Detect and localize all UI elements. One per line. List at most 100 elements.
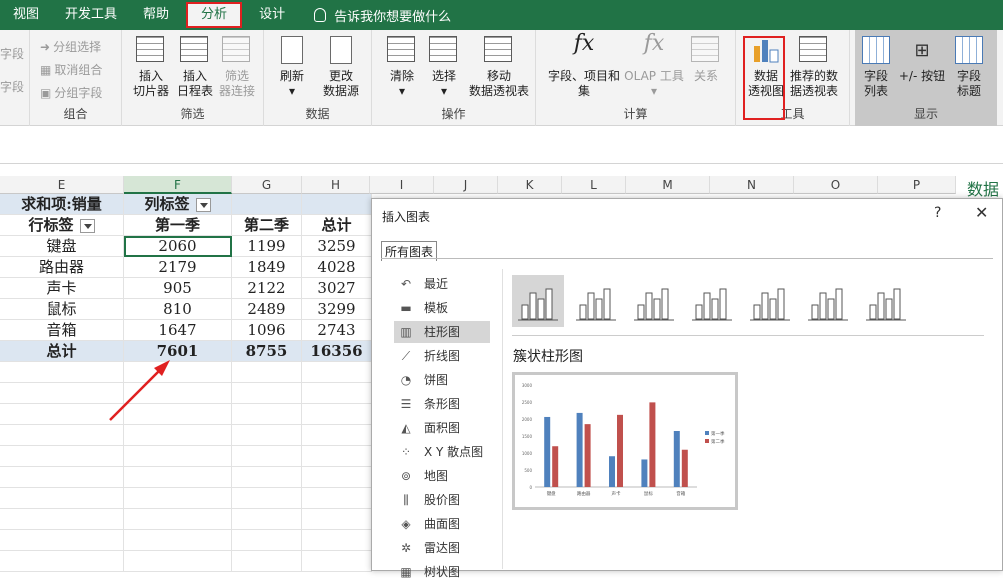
grid-cell[interactable]: [0, 530, 124, 551]
value-q2[interactable]: 1849: [232, 257, 302, 278]
column-header-l[interactable]: L: [562, 176, 626, 194]
field-headers-button[interactable]: 字段 标题: [951, 36, 987, 99]
tab-help[interactable]: 帮助: [130, 0, 182, 30]
chart-preview[interactable]: 0 500 1000 1500 2000 2500 3000 键盘 路由器 声卡 鼠标 音箱 第一季 第二…: [512, 372, 738, 510]
value-q1[interactable]: 2179: [124, 257, 232, 278]
change-data-source-button[interactable]: 更改 数据源: [314, 36, 368, 99]
value-q2[interactable]: 1199: [232, 236, 302, 257]
grid-cell[interactable]: [232, 383, 302, 404]
column-header-g[interactable]: G: [232, 176, 302, 194]
column-header-f[interactable]: F: [124, 176, 232, 194]
value-total[interactable]: 3299: [302, 299, 372, 320]
3d-percent-column-thumb[interactable]: [802, 275, 854, 327]
percent-stacked-column-thumb[interactable]: [628, 275, 680, 327]
3d-stacked-column-thumb[interactable]: [744, 275, 796, 327]
group-field-button[interactable]: ▣ 分组字段: [40, 84, 102, 101]
tab-view[interactable]: 视图: [0, 0, 52, 30]
header-q2[interactable]: 第二季: [232, 215, 302, 236]
grid-cell[interactable]: [0, 404, 124, 425]
header-total[interactable]: 总计: [302, 215, 372, 236]
grid-cell[interactable]: [232, 467, 302, 488]
selected-cell[interactable]: 2060: [124, 236, 232, 257]
grid-cell[interactable]: [0, 362, 124, 383]
formula-bar-area[interactable]: [0, 126, 1003, 164]
column-header-i[interactable]: I: [370, 176, 434, 194]
filter-connections-button[interactable]: 筛选 器连接: [216, 36, 258, 99]
olap-tools-button[interactable]: fx OLAP 工具 ▾: [622, 33, 686, 99]
column-header-m[interactable]: M: [626, 176, 710, 194]
chart-category-item[interactable]: ⁘ X Y 散点图: [394, 441, 490, 463]
grid-cell[interactable]: [302, 425, 372, 446]
row-label[interactable]: 鼠标: [0, 299, 124, 320]
close-icon[interactable]: ✕: [975, 203, 988, 222]
value-total[interactable]: 4028: [302, 257, 372, 278]
tab-analyze[interactable]: 分析: [186, 2, 243, 28]
total-q1[interactable]: 7601: [124, 341, 232, 362]
grid-cell[interactable]: [302, 530, 372, 551]
grid-cell[interactable]: [0, 509, 124, 530]
chart-category-item[interactable]: ▦ 树状图: [394, 561, 490, 583]
grid-cell[interactable]: [124, 509, 232, 530]
group-selection-button[interactable]: ➜ 分组选择: [40, 38, 101, 55]
grid-cell[interactable]: [302, 383, 372, 404]
grand-total[interactable]: 16356: [302, 341, 372, 362]
grid-cell[interactable]: [232, 404, 302, 425]
grid-cell[interactable]: [302, 467, 372, 488]
help-icon[interactable]: ?: [934, 205, 941, 221]
column-labels-cell[interactable]: 列标签: [124, 194, 232, 215]
clustered-column-thumb[interactable]: [512, 275, 564, 327]
column-header-n[interactable]: N: [710, 176, 794, 194]
row-label[interactable]: 声卡: [0, 278, 124, 299]
tab-design[interactable]: 设计: [246, 0, 298, 30]
column-header-h[interactable]: H: [302, 176, 370, 194]
grid-cell[interactable]: [232, 530, 302, 551]
grid-cell[interactable]: [124, 467, 232, 488]
chart-category-item[interactable]: ◔ 饼图: [394, 369, 490, 391]
chart-category-item[interactable]: ↶ 最近: [394, 273, 490, 295]
grid-cell[interactable]: [232, 425, 302, 446]
chart-category-item[interactable]: ⫼ 股价图: [394, 489, 490, 511]
value-total[interactable]: 2743: [302, 320, 372, 341]
grid-cell[interactable]: [302, 404, 372, 425]
insert-slicer-button[interactable]: 插入 切片器: [130, 36, 172, 99]
ungroup-button[interactable]: ▦ 取消组合: [40, 61, 102, 78]
value-total[interactable]: 3259: [302, 236, 372, 257]
grid-cell[interactable]: [232, 362, 302, 383]
grid-cell[interactable]: [0, 383, 124, 404]
chart-category-item[interactable]: ◈ 曲面图: [394, 513, 490, 535]
grid-cell[interactable]: [0, 551, 124, 572]
grid-cell[interactable]: [0, 488, 124, 509]
column-header-o[interactable]: O: [794, 176, 878, 194]
row-label[interactable]: 键盘: [0, 236, 124, 257]
grid-cell[interactable]: [302, 551, 372, 572]
column-header-k[interactable]: K: [498, 176, 562, 194]
grid-cell[interactable]: [0, 446, 124, 467]
column-filter-dropdown-icon[interactable]: [195, 198, 211, 212]
total-q2[interactable]: 8755: [232, 341, 302, 362]
row-filter-dropdown-icon[interactable]: [79, 219, 95, 233]
move-pivot-button[interactable]: 移动 数据透视表: [464, 36, 534, 99]
column-header-j[interactable]: J: [434, 176, 498, 194]
value-q2[interactable]: 2122: [232, 278, 302, 299]
grid-cell[interactable]: [124, 425, 232, 446]
stacked-column-thumb[interactable]: [570, 275, 622, 327]
value-q1[interactable]: 1647: [124, 320, 232, 341]
grid-cell[interactable]: [232, 446, 302, 467]
value-q1[interactable]: 810: [124, 299, 232, 320]
grid-cell[interactable]: [124, 530, 232, 551]
total-label[interactable]: 总计: [0, 341, 124, 362]
tab-developer[interactable]: 开发工具: [52, 0, 130, 30]
grid-cell[interactable]: [124, 488, 232, 509]
chart-category-item[interactable]: ▥ 柱形图: [394, 321, 490, 343]
chart-category-item[interactable]: ✲ 雷达图: [394, 537, 490, 559]
grid-cell[interactable]: [232, 509, 302, 530]
grid-cell[interactable]: [302, 446, 372, 467]
grid-cell[interactable]: [124, 362, 232, 383]
chart-category-item[interactable]: ▬ 模板: [394, 297, 490, 319]
field-list-button[interactable]: 字段 列表: [859, 36, 893, 99]
clear-button[interactable]: 清除 ▾: [382, 36, 422, 99]
tell-me-box[interactable]: 告诉我你想要做什么: [298, 6, 451, 25]
grid-cell[interactable]: [124, 446, 232, 467]
column-header-e[interactable]: E: [0, 176, 124, 194]
value-q2[interactable]: 1096: [232, 320, 302, 341]
